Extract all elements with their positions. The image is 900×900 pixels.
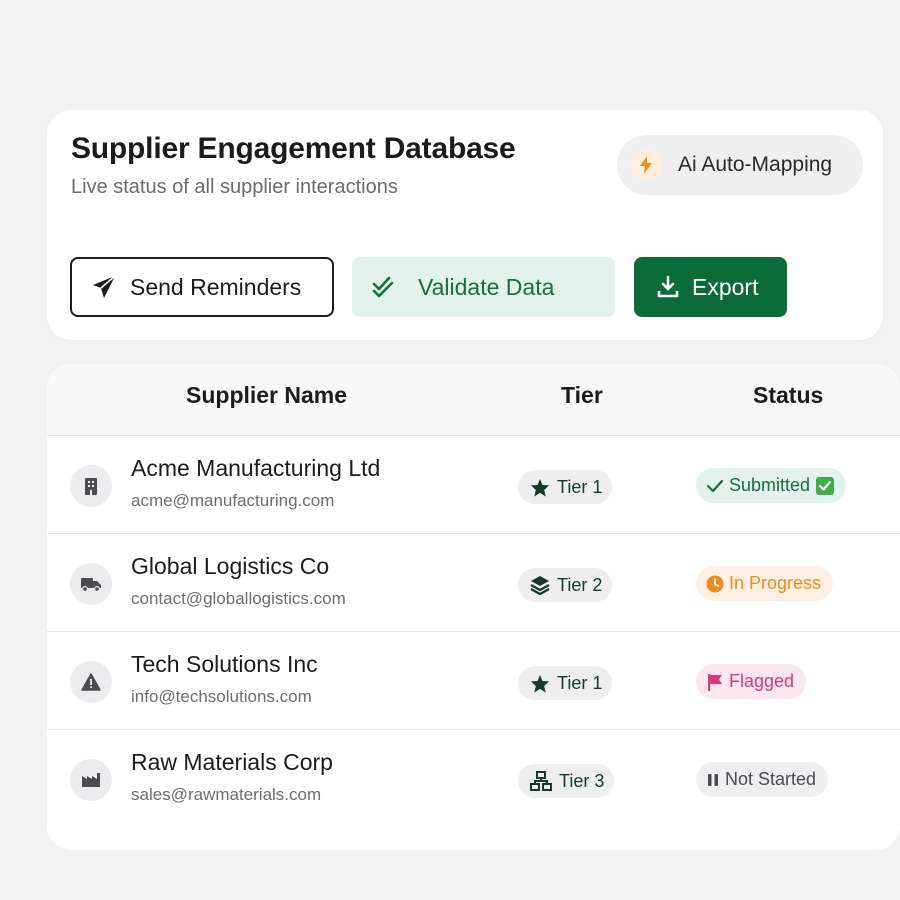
table-header: Supplier Name Tier Status [47,364,900,436]
tier-badge: Tier 3 [518,764,615,798]
download-icon [656,275,680,299]
supplier-email[interactable]: contact@globallogistics.com [131,589,346,609]
tier-label: Tier 1 [557,672,603,693]
table-row[interactable]: Tech Solutions Inc info@techsolutions.co… [47,632,900,730]
warning-icon [70,661,112,703]
ai-auto-mapping-label: Ai Auto-Mapping [678,153,833,176]
lightning-bolt-icon [630,149,662,181]
status-label: Flagged [729,671,795,691]
tier-badge: Tier 1 [518,666,613,700]
status-label: In Progress [729,573,822,593]
table-row[interactable]: Global Logistics Co contact@globallogist… [47,534,900,632]
truck-icon [70,563,112,605]
tier-label: Tier 1 [557,476,603,497]
tier-label: Tier 2 [557,574,603,595]
check-mark-button-icon [816,476,835,495]
ai-auto-mapping-button[interactable]: Ai Auto-Mapping [617,135,863,195]
table-row[interactable]: Acme Manufacturing Ltd acme@manufacturin… [47,436,900,534]
status-label: Not Started [725,769,817,789]
double-check-icon [372,276,398,298]
supplier-email[interactable]: acme@manufacturing.com [131,491,334,511]
building-icon [70,465,112,507]
send-reminders-label: Send Reminders [130,273,302,300]
status-badge: In Progress [696,566,834,601]
table-row[interactable]: Raw Materials Corp sales@rawmaterials.co… [47,730,900,828]
paper-plane-icon [92,275,116,299]
factory-icon [70,759,112,801]
supplier-name[interactable]: Acme Manufacturing Ltd [131,455,380,482]
pause-icon [706,773,720,787]
column-header-status[interactable]: Status [753,382,823,409]
status-label: Submitted [729,475,811,495]
hierarchy-icon [530,771,552,791]
tier-badge: Tier 2 [518,568,613,602]
status-badge: Submitted [696,468,847,503]
status-badge: Not Started [696,762,829,797]
supplier-email[interactable]: info@techsolutions.com [131,687,312,707]
flag-icon [706,673,724,691]
page-title: Supplier Engagement Database [71,132,516,165]
clock-icon [706,575,724,593]
supplier-table: Supplier Name Tier Status Acme Manufactu… [47,364,900,850]
header-card: Supplier Engagement Database Live status… [47,110,883,340]
column-header-supplier-name[interactable]: Supplier Name [186,382,347,409]
star-icon [530,478,550,497]
tier-badge: Tier 1 [518,470,613,504]
validate-data-label: Validate Data [418,273,555,300]
check-icon [706,478,724,494]
page-subtitle: Live status of all supplier interactions [71,176,398,198]
tier-label: Tier 3 [559,770,605,791]
app-frame: Supplier Engagement Database Live status… [0,0,900,900]
validate-data-button[interactable]: Validate Data [352,257,615,317]
supplier-name[interactable]: Tech Solutions Inc [131,651,318,678]
export-button[interactable]: Export [634,257,787,317]
export-label: Export [692,273,759,300]
star-icon [530,674,550,693]
status-badge: Flagged [696,664,807,699]
layers-icon [530,575,550,595]
column-header-tier[interactable]: Tier [561,382,603,409]
supplier-name[interactable]: Global Logistics Co [131,553,329,580]
supplier-name[interactable]: Raw Materials Corp [131,749,333,776]
send-reminders-button[interactable]: Send Reminders [70,257,334,317]
supplier-email[interactable]: sales@rawmaterials.com [131,785,321,805]
